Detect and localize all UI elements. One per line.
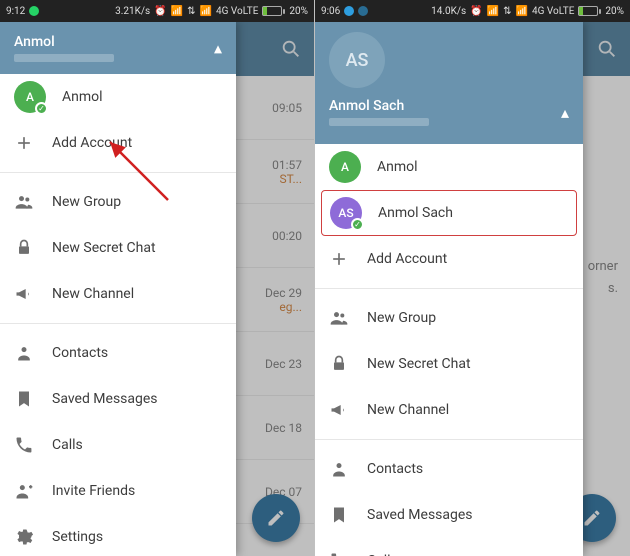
divider	[0, 172, 236, 173]
contacts-item[interactable]: Contacts	[0, 330, 236, 376]
drawer-user-name: Anmol	[14, 34, 222, 50]
nav-drawer: AS Anmol Sach ▴ A Anmol AS✓ Anmol Sach	[315, 22, 583, 556]
check-icon: ✓	[35, 102, 48, 115]
whatsapp-notification-icon	[29, 6, 39, 16]
drawer-header[interactable]: Anmol ▴	[0, 22, 236, 74]
contacts-item[interactable]: Contacts	[315, 446, 583, 492]
account-name: Anmol	[62, 89, 103, 105]
plus-icon	[14, 133, 52, 153]
person-add-icon	[14, 481, 52, 501]
battery-pct: 20%	[605, 6, 624, 17]
signal-icon: 📶	[171, 6, 183, 17]
statusbar: 9:12 3.21K/s ⏰ 📶 ⇅ 📶 4G VoLTE 20%	[0, 0, 314, 22]
drawer-user-name: Anmol Sach	[329, 98, 429, 114]
clock: 9:06	[321, 6, 340, 17]
nav-drawer: Anmol ▴ A✓ Anmol Add Account New Group	[0, 22, 236, 556]
statusbar: 9:06 14.0K/s ⏰ 📶 ⇅ 📶 4G VoLTE 20%	[315, 0, 630, 22]
battery-icon	[262, 6, 285, 16]
bookmark-icon	[14, 389, 52, 409]
account-item-active[interactable]: AS✓ Anmol Sach	[321, 190, 577, 236]
avatar: A	[329, 151, 361, 183]
plus-icon	[329, 249, 367, 269]
net-type: 4G VoLTE	[532, 6, 574, 17]
calls-item[interactable]: Calls	[315, 538, 583, 556]
avatar: AS✓	[330, 197, 362, 229]
new-secret-chat-item[interactable]: New Secret Chat	[315, 341, 583, 387]
divider	[315, 439, 583, 440]
bookmark-icon	[329, 505, 367, 525]
lock-icon	[14, 238, 52, 258]
contacts-icon	[14, 343, 52, 363]
settings-item[interactable]: Settings	[0, 514, 236, 556]
phone-icon	[329, 551, 367, 556]
clock: 9:12	[6, 6, 25, 17]
collapse-icon[interactable]: ▴	[214, 39, 222, 58]
avatar: AS	[329, 32, 385, 88]
phone-right: 9:06 14.0K/s ⏰ 📶 ⇅ 📶 4G VoLTE 20%	[315, 0, 630, 556]
battery-icon	[578, 6, 601, 16]
notification-icon	[344, 6, 354, 16]
avatar: A✓	[14, 81, 46, 113]
lock-icon	[329, 354, 367, 374]
group-icon	[14, 192, 52, 212]
battery-pct: 20%	[289, 6, 308, 17]
add-account-item[interactable]: Add Account	[315, 236, 583, 282]
saved-messages-item[interactable]: Saved Messages	[315, 492, 583, 538]
net-type: 4G VoLTE	[216, 6, 258, 17]
add-account-item[interactable]: Add Account	[0, 120, 236, 166]
account-name: Anmol Sach	[378, 205, 453, 221]
phone-left: 9:12 3.21K/s ⏰ 📶 ⇅ 📶 4G VoLTE 20%	[0, 0, 315, 556]
drawer-header[interactable]: AS Anmol Sach ▴	[315, 22, 583, 144]
notification-icon	[358, 6, 368, 16]
megaphone-icon	[329, 400, 367, 420]
phone-number-redacted	[329, 118, 429, 126]
divider	[0, 323, 236, 324]
alarm-icon: ⏰	[470, 6, 482, 17]
collapse-icon[interactable]: ▴	[561, 103, 569, 122]
phone-number-redacted	[14, 54, 114, 62]
new-channel-item[interactable]: New Channel	[0, 271, 236, 317]
group-icon	[329, 308, 367, 328]
updown-icon: ⇅	[503, 6, 511, 17]
new-secret-chat-item[interactable]: New Secret Chat	[0, 225, 236, 271]
alarm-icon: ⏰	[154, 6, 166, 17]
gear-icon	[14, 527, 52, 547]
account-name: Anmol	[377, 159, 418, 175]
contacts-icon	[329, 459, 367, 479]
new-group-item[interactable]: New Group	[315, 295, 583, 341]
saved-messages-item[interactable]: Saved Messages	[0, 376, 236, 422]
net-speed: 14.0K/s	[431, 6, 466, 17]
account-item[interactable]: A Anmol	[315, 144, 583, 190]
calls-item[interactable]: Calls	[0, 422, 236, 468]
net-speed: 3.21K/s	[115, 6, 150, 17]
account-item[interactable]: A✓ Anmol	[0, 74, 236, 120]
updown-icon: ⇅	[187, 6, 195, 17]
invite-friends-item[interactable]: Invite Friends	[0, 468, 236, 514]
new-channel-item[interactable]: New Channel	[315, 387, 583, 433]
signal-icon: 📶	[487, 6, 499, 17]
phone-icon	[14, 435, 52, 455]
divider	[315, 288, 583, 289]
signal-icon-2: 📶	[516, 6, 528, 17]
check-icon: ✓	[351, 218, 364, 231]
signal-icon-2: 📶	[200, 6, 212, 17]
megaphone-icon	[14, 284, 52, 304]
new-group-item[interactable]: New Group	[0, 179, 236, 225]
